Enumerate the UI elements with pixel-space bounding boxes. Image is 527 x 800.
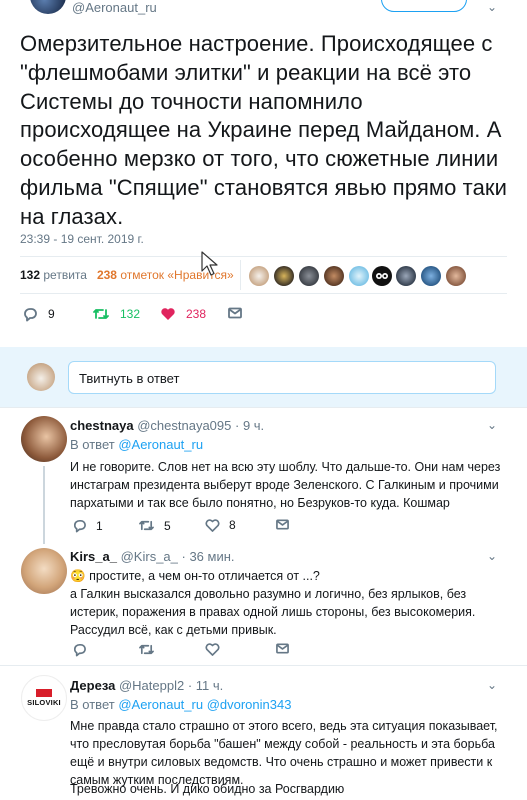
chevron-down-icon[interactable]: ⌄ xyxy=(487,678,497,692)
reply-avatar[interactable] xyxy=(21,548,67,594)
reply-author-handle[interactable]: @Hateppl2 xyxy=(119,678,184,693)
reply-to-link[interactable]: @Aeronaut_ru xyxy=(118,437,203,452)
envelope-icon xyxy=(276,643,289,654)
reply-text-first-line: 😳 простите, а чем он-то отличается от ..… xyxy=(70,567,510,585)
reply-icon xyxy=(73,519,86,533)
reply-header: chestnaya @chestnaya095 · 9 ч. xyxy=(70,418,264,433)
like-count: 8 xyxy=(229,518,236,532)
reply-time[interactable]: · 36 мин. xyxy=(182,549,235,564)
reply-button[interactable]: 1 xyxy=(72,518,103,533)
retweet-button[interactable]: 5 xyxy=(138,518,171,533)
logo-text: SILOVIKI xyxy=(27,698,61,707)
retweet-count: 5 xyxy=(164,518,171,533)
flushed-face-emoji: 😳 xyxy=(70,569,86,583)
reply-text: Мне правда стало страшно от этого всего,… xyxy=(70,719,498,787)
reply-input[interactable]: Твитнуть в ответ xyxy=(68,361,496,394)
reply-author-handle[interactable]: @chestnaya095 xyxy=(137,418,231,433)
direct-message-button[interactable] xyxy=(275,642,290,655)
reply-to-label: В ответ xyxy=(70,697,115,712)
heart-icon xyxy=(161,308,175,320)
reply-icon xyxy=(24,308,37,322)
divider xyxy=(0,665,527,666)
liker-avatar[interactable] xyxy=(249,266,269,286)
retweets-count[interactable]: 132 xyxy=(20,268,40,282)
reply-button[interactable]: 9 xyxy=(22,306,55,322)
logo-mark xyxy=(36,689,52,697)
reply-button[interactable] xyxy=(72,642,87,657)
chevron-down-icon[interactable]: ⌄ xyxy=(487,549,497,563)
chevron-down-icon[interactable]: ⌄ xyxy=(487,418,497,432)
reply-author-handle[interactable]: @Kirs_a_ xyxy=(121,549,178,564)
reply-author-name[interactable]: Kirs_a_ xyxy=(70,549,117,564)
reply-author-name[interactable]: chestnaya xyxy=(70,418,134,433)
reply-header: Kirs_a_ @Kirs_a_ · 36 мин. xyxy=(70,549,235,564)
retweet-count: 132 xyxy=(120,307,141,321)
reply-to-line: В ответ @Aeronaut_ru @dvoronin343 xyxy=(70,697,291,712)
liker-avatar[interactable] xyxy=(324,266,344,286)
heart-icon xyxy=(205,643,220,656)
direct-message-button[interactable] xyxy=(275,518,290,531)
liker-avatar[interactable] xyxy=(421,266,441,286)
divider xyxy=(20,256,507,257)
thread-line xyxy=(43,466,45,544)
author-avatar[interactable] xyxy=(30,0,66,14)
liker-avatar[interactable] xyxy=(446,266,466,286)
reply-text-line: Тревожно очень. И дико обидно за Росгвар… xyxy=(70,782,345,796)
heart-icon xyxy=(205,519,220,532)
divider xyxy=(20,293,507,294)
like-button[interactable] xyxy=(205,642,220,656)
direct-message-button[interactable] xyxy=(227,306,243,320)
reply-to-label: В ответ xyxy=(70,437,115,452)
reply-text: а Галкин высказался довольно разумно и л… xyxy=(70,587,476,637)
mouse-cursor-icon xyxy=(201,251,218,276)
reply-to-link[interactable]: @Aeronaut_ru @dvoronin343 xyxy=(118,697,291,712)
user-avatar xyxy=(27,363,55,391)
reply-avatar[interactable]: SILOVIKI xyxy=(21,675,67,721)
retweet-button[interactable] xyxy=(138,642,155,657)
reply-text: И не говорите. Слов нет на всю эту шоблу… xyxy=(70,460,501,510)
reply-count: 9 xyxy=(48,307,55,321)
liker-avatar[interactable] xyxy=(349,266,369,286)
chevron-down-icon[interactable]: ⌄ xyxy=(487,0,497,14)
envelope-icon xyxy=(228,307,242,319)
liker-avatar[interactable] xyxy=(396,266,416,286)
retweet-icon xyxy=(93,309,109,319)
like-button[interactable]: 238 xyxy=(160,306,206,321)
likes-count[interactable]: 238 xyxy=(97,268,117,282)
like-button[interactable]: 8 xyxy=(205,518,236,532)
author-handle[interactable]: @Aeronaut_ru xyxy=(72,0,157,15)
follow-button[interactable] xyxy=(381,0,467,12)
retweet-icon xyxy=(139,520,154,531)
retweet-icon xyxy=(139,644,154,655)
reply-author-name[interactable]: Дереза xyxy=(70,678,115,693)
reply-avatar[interactable] xyxy=(21,416,67,462)
like-count: 238 xyxy=(186,306,207,321)
divider xyxy=(0,407,527,408)
divider xyxy=(240,260,241,290)
tweet-text: Омерзительное настроение. Происходящее с… xyxy=(20,31,508,229)
liker-avatar[interactable] xyxy=(274,266,294,286)
retweets-label[interactable]: ретвита xyxy=(43,268,87,282)
retweet-button[interactable]: 132 xyxy=(92,306,140,322)
reply-text-line: простите, а чем он-то отличается от ...? xyxy=(89,569,320,583)
reply-time[interactable]: · 11 ч. xyxy=(188,678,223,693)
reply-header: Дереза @Hateppl2 · 11 ч. xyxy=(70,678,223,693)
tweet-timestamp[interactable]: 23:39 - 19 сент. 2019 г. xyxy=(20,232,144,246)
reply-icon xyxy=(73,643,86,657)
liker-avatar[interactable] xyxy=(299,266,319,286)
reply-count: 1 xyxy=(96,518,103,533)
reply-to-line: В ответ @Aeronaut_ru xyxy=(70,437,203,452)
envelope-icon xyxy=(276,519,289,530)
goggles-icon xyxy=(376,273,388,279)
liker-avatar[interactable] xyxy=(372,266,392,286)
reply-time[interactable]: · 9 ч. xyxy=(235,418,264,433)
